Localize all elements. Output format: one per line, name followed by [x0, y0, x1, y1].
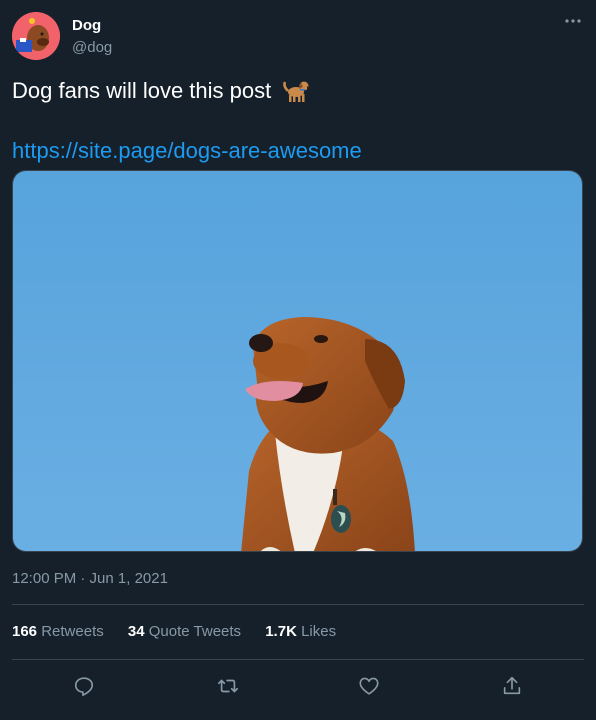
tweet-image[interactable]	[12, 170, 583, 552]
avatar[interactable]	[12, 12, 60, 60]
action-bar	[0, 668, 596, 704]
divider	[12, 604, 584, 605]
more-options-icon[interactable]	[560, 10, 586, 32]
divider	[12, 659, 584, 660]
quote-tweets-count: 34	[127, 623, 145, 640]
retweet-icon[interactable]	[210, 668, 246, 704]
share-icon[interactable]	[494, 668, 530, 704]
likes-stat[interactable]: 1.7K Likes	[265, 623, 336, 640]
quote-tweets-stat[interactable]: 34 Quote Tweets	[128, 623, 241, 640]
dog-emoji-icon	[281, 77, 311, 103]
dog-photo	[13, 171, 582, 551]
retweets-count: 166	[12, 623, 38, 640]
retweets-label: Retweets	[41, 623, 104, 640]
reply-icon[interactable]	[66, 668, 102, 704]
tweet-text: Dog fans will love this post	[12, 77, 311, 104]
like-icon[interactable]	[351, 668, 387, 704]
tweet-text-content: Dog fans will love this post	[12, 78, 272, 103]
tweet-card: Dog @dog Dog fans will love this post ht…	[0, 0, 596, 720]
author-name[interactable]: Dog	[72, 17, 101, 34]
author-handle[interactable]: @dog	[72, 39, 112, 56]
tweet-timestamp[interactable]: 12:00 PM · Jun 1, 2021	[12, 570, 168, 587]
tweet-link[interactable]: https://site.page/dogs-are-awesome	[12, 138, 362, 164]
retweets-stat[interactable]: 166 Retweets	[12, 623, 104, 640]
tweet-stats: 166 Retweets 34 Quote Tweets 1.7K Likes	[12, 623, 356, 640]
likes-count: 1.7K	[265, 623, 297, 640]
likes-label: Likes	[301, 623, 337, 640]
quote-tweets-label: Quote Tweets	[148, 623, 242, 640]
